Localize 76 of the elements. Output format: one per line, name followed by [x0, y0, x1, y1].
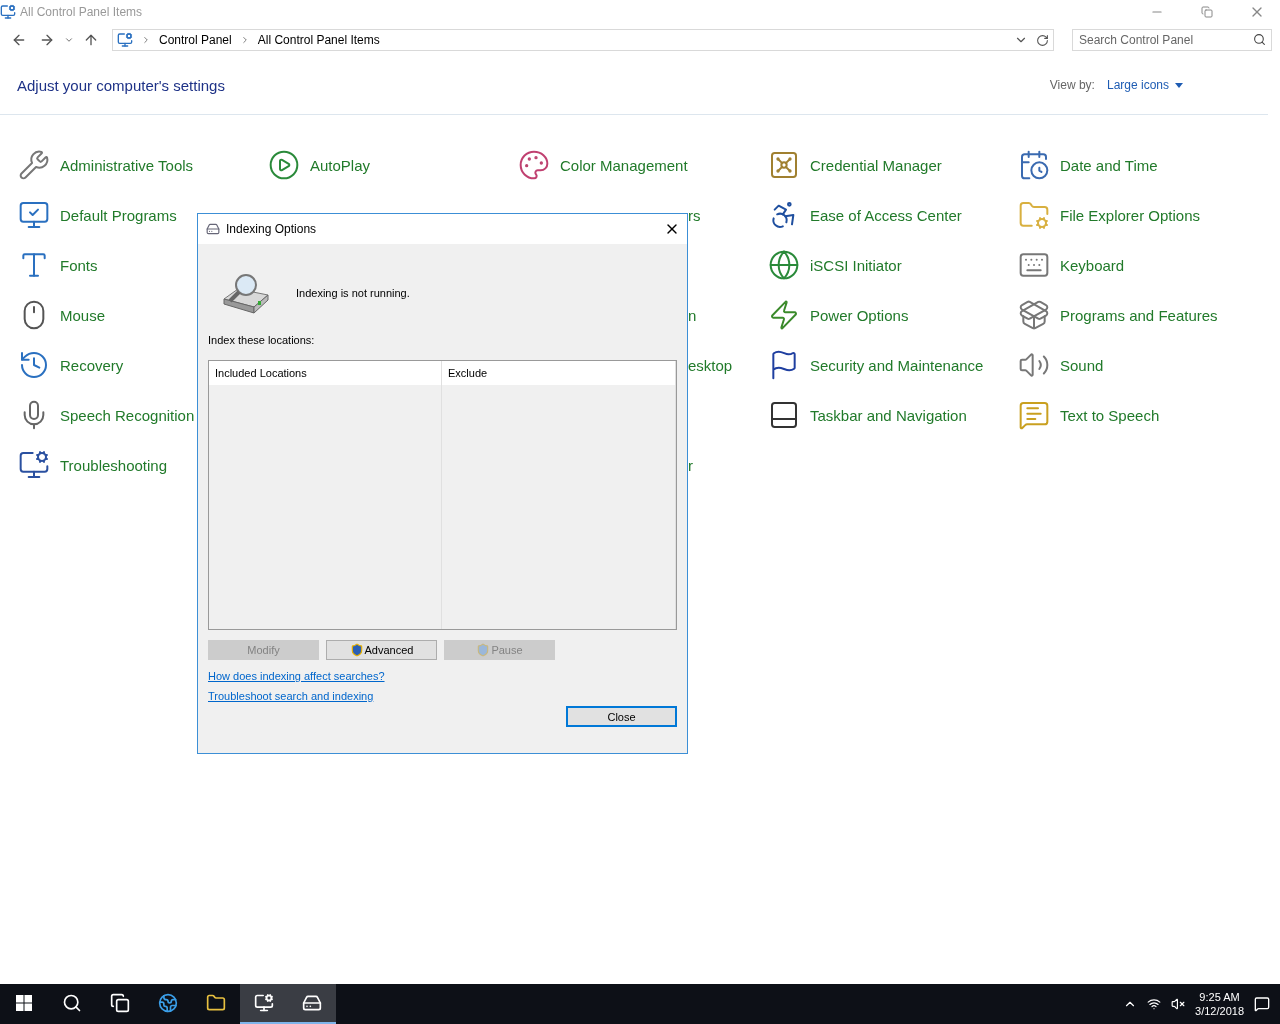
shield-icon — [476, 643, 491, 657]
recent-locations-button[interactable] — [64, 35, 74, 45]
network-icon[interactable] — [1147, 997, 1162, 1011]
control-panel-item[interactable]: Default Programs — [18, 199, 177, 231]
column-header[interactable]: Included Locations — [209, 361, 442, 385]
help-link[interactable]: Troubleshoot search and indexing — [208, 690, 374, 702]
control-panel-item[interactable]: Mouse — [18, 299, 106, 331]
help-link[interactable]: How does indexing affect searches? — [208, 670, 385, 682]
control-panel-item[interactable]: Keyboard — [1018, 249, 1125, 281]
control-panel-item[interactable]: Power Options — [768, 299, 909, 331]
monitor-icon — [18, 449, 50, 481]
monitor-check-icon — [18, 199, 50, 231]
control-panel-item[interactable]: Ease of Access Center — [768, 199, 962, 231]
muted-speaker-icon[interactable] — [1171, 997, 1186, 1011]
control-panel-item[interactable]: Recovery — [18, 349, 124, 381]
address-bar[interactable]: Control Panel All Control Panel Items — [112, 29, 1054, 51]
autoplay-icon — [268, 149, 300, 181]
package-icon — [1018, 299, 1050, 331]
control-panel-item[interactable]: Date and Time — [1018, 149, 1158, 181]
clock[interactable]: 9:25 AM 3/12/2018 — [1195, 990, 1244, 1018]
control-panel-item[interactable]: Color Management — [518, 149, 688, 181]
breadcrumb[interactable]: All Control Panel Items — [257, 33, 380, 47]
dialog-close-button[interactable]: Close — [566, 706, 677, 727]
control-panel-item[interactable]: File Explorer Options — [1018, 199, 1201, 231]
control-panel-item[interactable]: Taskbar and Navigation — [768, 399, 967, 431]
restore-icon — [1201, 6, 1213, 18]
power-icon — [768, 299, 800, 331]
column-header[interactable]: Exclude — [442, 361, 676, 385]
search-field[interactable]: Search Control Panel — [1072, 29, 1272, 51]
drive-magnifier-icon — [220, 271, 272, 315]
search-icon — [62, 993, 82, 1013]
search-icon — [1253, 33, 1266, 46]
dialog-title: Indexing Options — [226, 222, 318, 236]
control-panel-item[interactable]: Sound — [1018, 349, 1104, 381]
folder-icon — [206, 993, 226, 1013]
control-panel-item[interactable]: Text to Speech — [1018, 399, 1160, 431]
control-panel-item[interactable]: AutoPlay — [268, 149, 371, 181]
control-panel-item[interactable]: Fonts — [18, 249, 98, 281]
calendar-clock-icon — [1018, 149, 1050, 181]
vault-icon — [768, 149, 800, 181]
control-panel-item[interactable]: Administrative Tools — [18, 149, 194, 181]
indexing-status: Indexing is not running. — [296, 287, 410, 299]
window-title: All Control Panel Items — [20, 5, 144, 19]
view-by-label: View by: — [1049, 78, 1095, 92]
shield-icon — [349, 643, 364, 657]
control-panel-icon — [0, 4, 16, 20]
speech-bubble-icon — [1018, 399, 1050, 431]
taskbar-button[interactable] — [240, 984, 288, 1024]
dialog-button[interactable]: Advanced — [326, 640, 437, 660]
recovery-icon — [18, 349, 50, 381]
control-panel-icon — [117, 32, 133, 48]
control-panel-item[interactable]: Speech Recognition — [18, 399, 195, 431]
windows-logo-icon — [16, 995, 32, 1011]
control-panel-item[interactable]: Programs and Features — [1018, 299, 1218, 331]
notification-icon[interactable] — [1254, 996, 1270, 1012]
control-panel-icon — [254, 993, 274, 1013]
browser-icon — [158, 993, 178, 1013]
page-heading: Adjust your computer's settings — [17, 76, 226, 94]
control-panel-item[interactable]: Security and Maintenance — [768, 349, 984, 381]
control-panel-item[interactable]: Troubleshooting — [18, 449, 167, 481]
globe-icon — [768, 249, 800, 281]
list-label: Index these locations: — [208, 334, 316, 346]
taskbar-button[interactable] — [288, 984, 336, 1024]
view-by-dropdown[interactable]: Large icons — [1106, 78, 1183, 92]
drive-icon — [206, 222, 220, 236]
control-panel-item[interactable]: iSCSI Initiator — [768, 249, 902, 281]
palette-icon — [518, 149, 550, 181]
control-panel-item[interactable]: Credential Manager — [768, 149, 942, 181]
drive-icon — [302, 993, 322, 1013]
task-view-icon — [110, 993, 130, 1013]
refresh-icon[interactable] — [1036, 33, 1049, 47]
folder-options-icon — [1018, 199, 1050, 231]
breadcrumb[interactable]: Control Panel — [159, 33, 232, 47]
taskbar-icon — [768, 399, 800, 431]
wrench-icon — [18, 149, 50, 181]
chevron-icon — [141, 35, 151, 45]
